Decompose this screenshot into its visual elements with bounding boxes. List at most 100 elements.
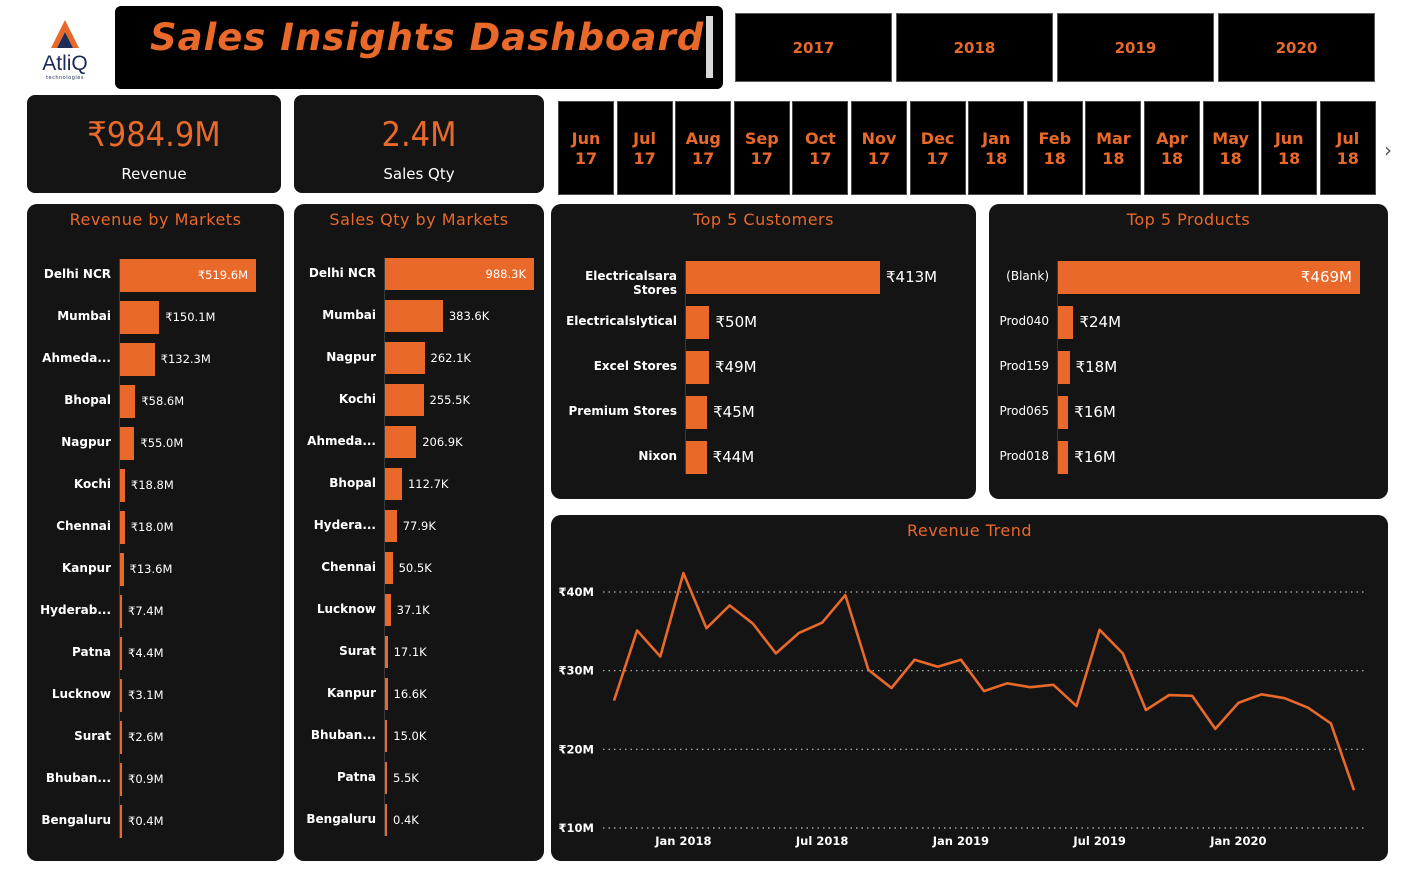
trend-point[interactable] xyxy=(611,698,617,704)
trend-point[interactable] xyxy=(704,625,710,631)
bar[interactable] xyxy=(385,384,424,416)
trend-point[interactable] xyxy=(1166,692,1172,698)
bar[interactable] xyxy=(385,468,402,500)
trend-point[interactable] xyxy=(935,664,941,670)
trend-point[interactable] xyxy=(1282,695,1288,701)
bar[interactable] xyxy=(686,305,710,339)
trend-point[interactable] xyxy=(657,654,663,660)
trend-point[interactable] xyxy=(796,630,802,636)
bar[interactable] xyxy=(120,510,125,544)
trend-point[interactable] xyxy=(680,570,686,576)
year-button-2017[interactable]: 2017 xyxy=(735,13,892,82)
trend-point[interactable] xyxy=(1212,726,1218,732)
month-year-label: 17 xyxy=(750,149,773,168)
month-button-jan-18[interactable]: Jan 18 xyxy=(968,101,1025,195)
year-button-2019[interactable]: 2019 xyxy=(1057,13,1214,82)
month-button-jul-17[interactable]: Jul 17 xyxy=(616,101,673,195)
bar[interactable] xyxy=(120,720,122,754)
month-button-jun-18[interactable]: Jun 18 xyxy=(1261,101,1318,195)
trend-point[interactable] xyxy=(1235,700,1241,706)
bar[interactable] xyxy=(120,762,122,796)
bar[interactable] xyxy=(385,552,393,584)
month-button-may-18[interactable]: May 18 xyxy=(1202,101,1259,195)
trend-point[interactable] xyxy=(1328,720,1334,726)
trend-point[interactable] xyxy=(1074,703,1080,709)
bar[interactable] xyxy=(120,636,122,670)
month-button-mar-18[interactable]: Mar 18 xyxy=(1085,101,1142,195)
trend-point[interactable] xyxy=(1143,707,1149,713)
trend-point[interactable] xyxy=(1050,682,1056,688)
year-button-2018[interactable]: 2018 xyxy=(896,13,1053,82)
y-tick-label: ₹40M xyxy=(559,585,594,599)
trend-point[interactable] xyxy=(1120,650,1126,656)
bar-value-label: 77.9K xyxy=(402,518,436,533)
month-button-nov-17[interactable]: Nov 17 xyxy=(851,101,907,195)
bar[interactable] xyxy=(1058,440,1069,474)
trend-point[interactable] xyxy=(1351,787,1357,793)
trend-point[interactable] xyxy=(1097,627,1103,633)
bar-value-label: 17.1K xyxy=(393,644,427,659)
month-button-feb-18[interactable]: Feb 18 xyxy=(1026,101,1083,195)
bar[interactable] xyxy=(385,426,417,458)
trend-point[interactable] xyxy=(634,628,640,634)
month-button-aug-17[interactable]: Aug 17 xyxy=(675,101,732,195)
bar[interactable] xyxy=(686,395,708,429)
bar[interactable] xyxy=(385,762,387,794)
bar[interactable] xyxy=(686,260,880,294)
trend-point[interactable] xyxy=(981,688,987,694)
bar-value-label: ₹16M xyxy=(1074,447,1116,466)
trend-point[interactable] xyxy=(865,667,871,673)
month-button-jun-17[interactable]: Jun 17 xyxy=(558,101,614,195)
month-button-oct-17[interactable]: Oct 17 xyxy=(792,101,849,195)
month-button-sep-17[interactable]: Sep 17 xyxy=(733,101,790,195)
bar[interactable] xyxy=(385,636,388,668)
revenue-trend-line[interactable] xyxy=(612,571,1356,791)
bar[interactable] xyxy=(385,594,391,626)
month-label: Jul xyxy=(633,129,656,148)
trend-point[interactable] xyxy=(842,592,848,598)
bar[interactable] xyxy=(385,804,387,836)
title-banner: Sales Insights Dashboard xyxy=(115,6,723,89)
trend-point[interactable] xyxy=(958,657,964,663)
bar[interactable] xyxy=(120,300,160,334)
bar[interactable] xyxy=(385,510,397,542)
trend-point[interactable] xyxy=(1189,693,1195,699)
trend-point[interactable] xyxy=(912,657,918,663)
bar-value-label: 0.4K xyxy=(393,812,419,827)
bar[interactable] xyxy=(120,468,125,502)
bar[interactable] xyxy=(120,552,124,586)
bar[interactable] xyxy=(120,594,122,628)
bar-value-label: ₹58.6M xyxy=(141,393,185,408)
bar[interactable] xyxy=(1058,395,1069,429)
bar-value-label: 50.5K xyxy=(398,560,432,575)
bar[interactable] xyxy=(385,720,388,752)
month-year-label: 17 xyxy=(926,149,949,168)
bar[interactable] xyxy=(686,440,707,474)
trend-point[interactable] xyxy=(1259,691,1265,697)
month-button-apr-18[interactable]: Apr 18 xyxy=(1144,101,1200,195)
trend-point[interactable] xyxy=(750,620,756,626)
bar[interactable] xyxy=(120,804,122,838)
trend-point[interactable] xyxy=(1027,684,1033,690)
bar[interactable] xyxy=(385,300,443,332)
bar[interactable] xyxy=(120,678,122,712)
bar[interactable] xyxy=(120,342,155,376)
trend-point[interactable] xyxy=(773,650,779,656)
month-label: Jul xyxy=(1336,129,1360,148)
bar[interactable] xyxy=(686,350,710,384)
month-button-dec-17[interactable]: Dec 17 xyxy=(909,101,966,195)
trend-point[interactable] xyxy=(1305,705,1311,711)
trend-point[interactable] xyxy=(727,602,733,608)
bar[interactable] xyxy=(385,342,425,374)
trend-point[interactable] xyxy=(819,620,825,626)
bar[interactable] xyxy=(1058,350,1070,384)
trend-point[interactable] xyxy=(1004,680,1010,686)
trend-point[interactable] xyxy=(889,685,895,691)
year-button-2020[interactable]: 2020 xyxy=(1218,13,1375,82)
chevron-right-icon[interactable]: › xyxy=(1384,138,1392,162)
bar[interactable] xyxy=(385,678,388,710)
month-button-jul-18[interactable]: Jul 18 xyxy=(1319,101,1376,195)
bar[interactable] xyxy=(120,384,136,418)
bar[interactable] xyxy=(1058,305,1074,339)
bar[interactable] xyxy=(120,426,135,460)
